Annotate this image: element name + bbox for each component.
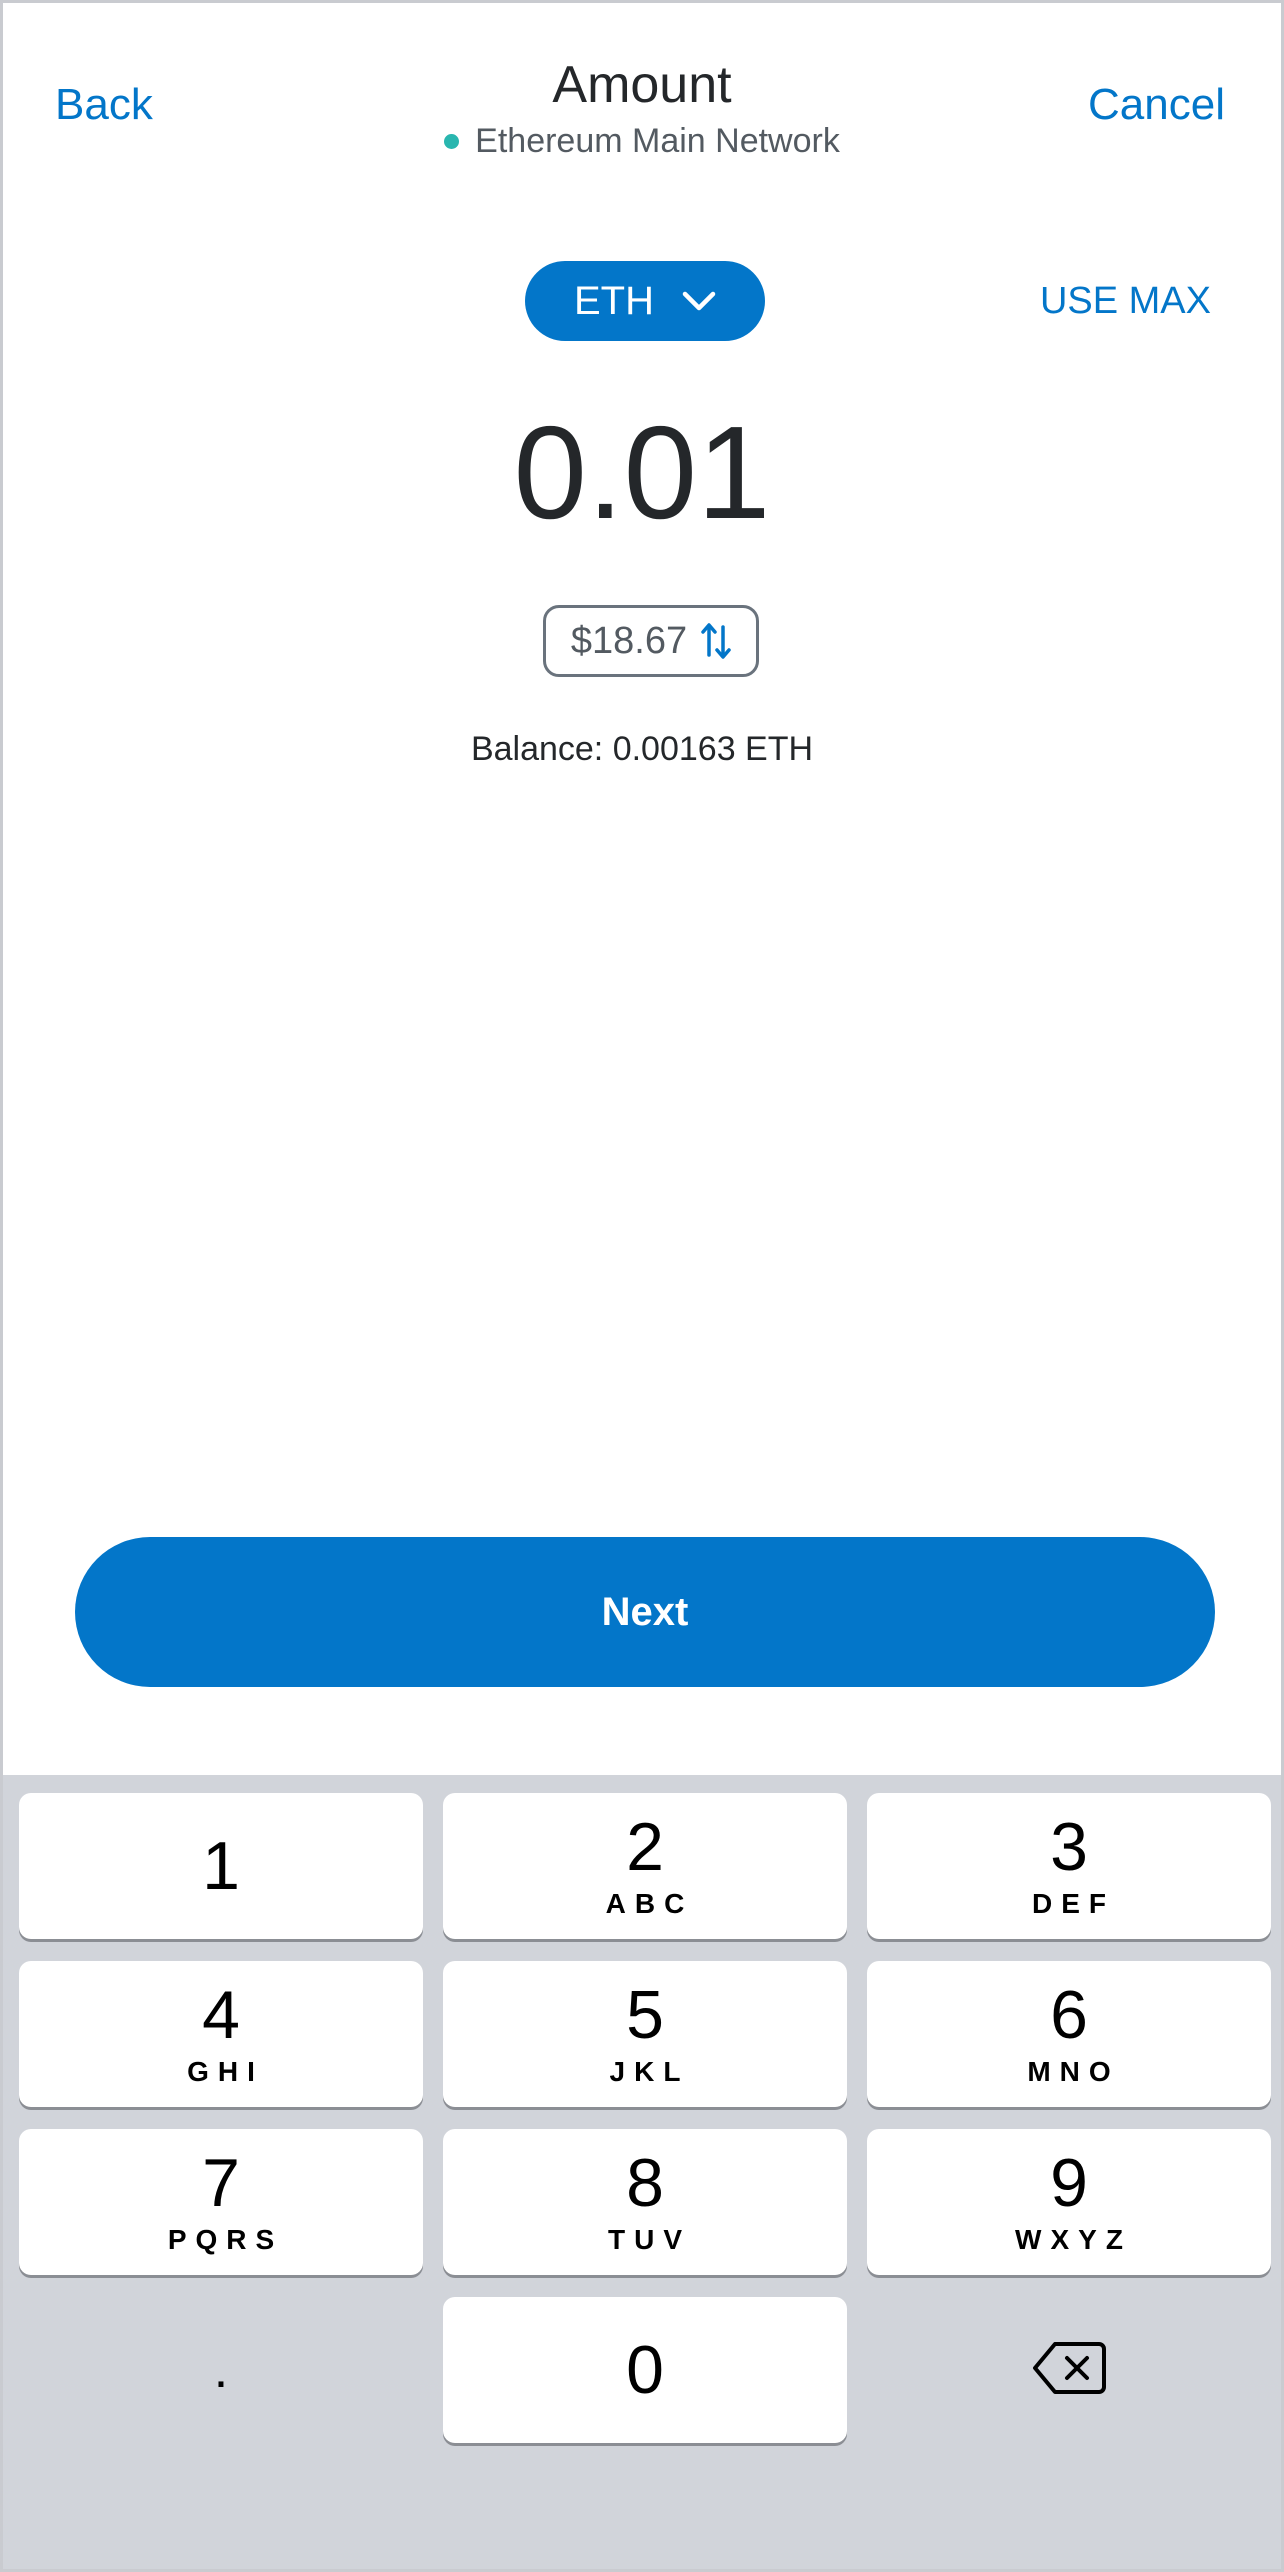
network-name: Ethereum Main Network <box>475 122 840 160</box>
key-letters: WXYZ <box>1015 2224 1132 2255</box>
asset-symbol: ETH <box>574 278 654 323</box>
keypad-key-backspace[interactable] <box>867 2297 1271 2443</box>
keypad-key-0[interactable]: 0 <box>443 2297 847 2443</box>
key-letters: MNO <box>1027 2056 1120 2087</box>
keypad-key-4[interactable]: 4 GHI <box>19 1961 423 2107</box>
key-digit: . <box>213 2341 229 2399</box>
keypad-key-5[interactable]: 5 JKL <box>443 1961 847 2107</box>
cancel-button[interactable]: Cancel <box>1088 75 1225 135</box>
backspace-icon <box>1031 2338 1107 2403</box>
next-button[interactable]: Next <box>75 1537 1215 1687</box>
key-letters: DEF <box>1032 1888 1115 1919</box>
key-letters: PQRS <box>167 2224 284 2255</box>
key-digit: 5 <box>626 1977 664 2053</box>
use-max-button[interactable]: USE MAX <box>1040 275 1211 327</box>
keypad-key-9[interactable]: 9 WXYZ <box>867 2129 1271 2275</box>
fiat-value: $18.67 <box>570 619 688 662</box>
key-letters: JKL <box>609 2056 690 2087</box>
asset-selector-button[interactable]: ETH <box>525 261 765 341</box>
keypad-key-2[interactable]: 2 ABC <box>443 1793 847 1939</box>
numeric-keypad: 1 2 ABC 3 DEF 4 GHI 5 JKL 6 MNO 7 PQRS 8… <box>3 1775 1281 2569</box>
keypad-key-8[interactable]: 8 TUV <box>443 2129 847 2275</box>
balance-text: Balance: 0.00163 ETH <box>470 730 814 768</box>
keypad-key-decimal[interactable]: . <box>19 2297 423 2443</box>
key-letters: GHI <box>187 2056 264 2087</box>
keypad-key-1[interactable]: 1 <box>19 1793 423 1939</box>
send-amount-screen: Back Amount Ethereum Main Network Cancel… <box>0 0 1284 2572</box>
key-digit: 4 <box>202 1977 240 2053</box>
key-digit: 3 <box>1050 1809 1088 1885</box>
network-status-dot <box>444 133 460 149</box>
chevron-down-icon <box>682 290 716 312</box>
key-digit: 9 <box>1050 2145 1088 2221</box>
key-digit: 8 <box>626 2145 664 2221</box>
swap-arrows-icon <box>701 621 731 661</box>
fiat-conversion-toggle[interactable]: $18.67 <box>543 605 759 677</box>
key-digit: 0 <box>626 2332 664 2408</box>
keypad-key-7[interactable]: 7 PQRS <box>19 2129 423 2275</box>
key-letters: ABC <box>605 1888 694 1919</box>
key-digit: 1 <box>202 1828 240 1904</box>
key-letters: TUV <box>608 2224 691 2255</box>
key-digit: 7 <box>202 2145 240 2221</box>
key-digit: 6 <box>1050 1977 1088 2053</box>
amount-input[interactable]: 0.01 <box>3 403 1281 543</box>
key-digit: 2 <box>626 1809 664 1885</box>
keypad-key-3[interactable]: 3 DEF <box>867 1793 1271 1939</box>
keypad-key-6[interactable]: 6 MNO <box>867 1961 1271 2107</box>
